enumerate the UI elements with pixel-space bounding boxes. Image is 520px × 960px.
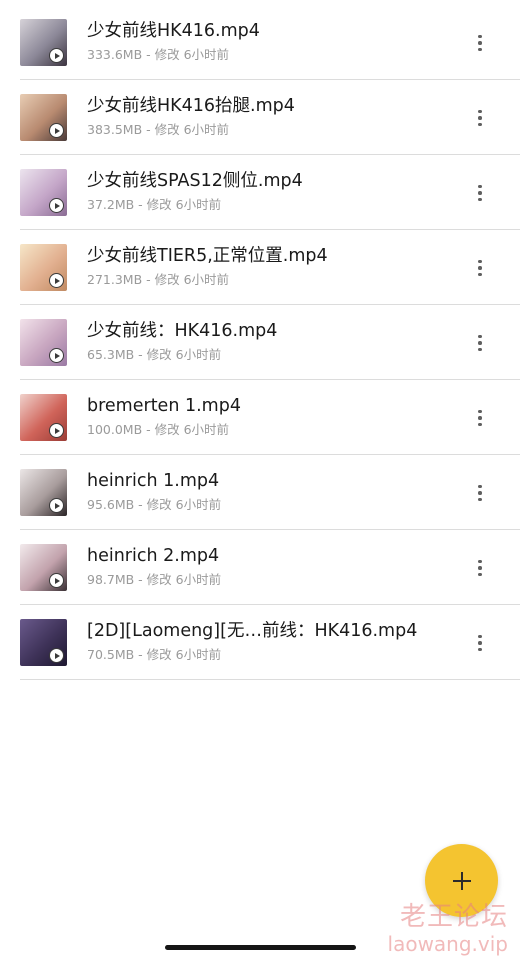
play-icon xyxy=(49,48,64,63)
modified-time: 修改 6小时前 xyxy=(154,47,230,62)
more-options-icon[interactable] xyxy=(470,483,490,503)
watermark-title: 老王论坛 xyxy=(399,902,508,932)
home-indicator[interactable] xyxy=(165,945,356,950)
modified-time: 修改 6小时前 xyxy=(154,422,230,437)
plus-icon xyxy=(452,871,471,890)
file-size: 98.7MB xyxy=(87,572,135,587)
file-size: 65.3MB xyxy=(87,347,135,362)
file-info: 少女前线HK416抬腿.mp4 383.5MB - 修改 6小时前 xyxy=(87,94,447,138)
video-thumbnail[interactable] xyxy=(20,244,67,291)
play-icon xyxy=(49,123,64,138)
watermark-url: laowang.vip xyxy=(387,932,508,956)
file-browser-screen: 少女前线HK416.mp4 333.6MB - 修改 6小时前 少女前线HK41… xyxy=(0,0,520,960)
list-item[interactable]: 少女前线HK416.mp4 333.6MB - 修改 6小时前 xyxy=(0,5,520,80)
list-item[interactable]: heinrich 1.mp4 95.6MB - 修改 6小时前 xyxy=(0,455,520,530)
file-size: 383.5MB xyxy=(87,122,143,137)
modified-time: 修改 6小时前 xyxy=(146,572,222,587)
meta-separator: - xyxy=(134,197,147,212)
file-meta: 100.0MB - 修改 6小时前 xyxy=(87,422,447,438)
list-item[interactable]: [2D][Laomeng][无…前线：HK416.mp4 70.5MB - 修改… xyxy=(0,605,520,680)
file-size: 37.2MB xyxy=(87,197,135,212)
watermark: 老王论坛 laowang.vip xyxy=(388,902,508,956)
meta-separator: - xyxy=(142,422,155,437)
file-meta: 95.6MB - 修改 6小时前 xyxy=(87,497,447,513)
file-meta: 37.2MB - 修改 6小时前 xyxy=(87,197,447,213)
play-icon xyxy=(49,423,64,438)
file-meta: 271.3MB - 修改 6小时前 xyxy=(87,272,447,288)
more-options-icon[interactable] xyxy=(470,108,490,128)
video-thumbnail[interactable] xyxy=(20,619,67,666)
play-icon xyxy=(49,273,64,288)
play-icon xyxy=(49,498,64,513)
video-thumbnail[interactable] xyxy=(20,394,67,441)
file-size: 70.5MB xyxy=(87,647,135,662)
file-info: bremerten 1.mp4 100.0MB - 修改 6小时前 xyxy=(87,394,447,438)
modified-time: 修改 6小时前 xyxy=(154,122,230,137)
modified-time: 修改 6小时前 xyxy=(154,272,230,287)
list-item[interactable]: 少女前线TIER5,正常位置.mp4 271.3MB - 修改 6小时前 xyxy=(0,230,520,305)
file-name: 少女前线HK416.mp4 xyxy=(87,21,260,41)
file-meta: 70.5MB - 修改 6小时前 xyxy=(87,647,447,663)
list-item[interactable]: 少女前线：HK416.mp4 65.3MB - 修改 6小时前 xyxy=(0,305,520,380)
play-icon xyxy=(49,648,64,663)
meta-separator: - xyxy=(134,497,147,512)
file-name: 少女前线SPAS12侧位.mp4 xyxy=(87,171,303,191)
more-options-icon[interactable] xyxy=(470,33,490,53)
file-name: 少女前线HK416抬腿.mp4 xyxy=(87,96,295,116)
file-list: 少女前线HK416.mp4 333.6MB - 修改 6小时前 少女前线HK41… xyxy=(0,5,520,680)
file-info: [2D][Laomeng][无…前线：HK416.mp4 70.5MB - 修改… xyxy=(87,619,447,663)
file-size: 100.0MB xyxy=(87,422,143,437)
file-info: heinrich 1.mp4 95.6MB - 修改 6小时前 xyxy=(87,469,447,513)
modified-time: 修改 6小时前 xyxy=(146,497,222,512)
meta-separator: - xyxy=(134,647,147,662)
more-options-icon[interactable] xyxy=(470,333,490,353)
meta-separator: - xyxy=(142,122,155,137)
modified-time: 修改 6小时前 xyxy=(146,647,222,662)
more-options-icon[interactable] xyxy=(470,633,490,653)
file-name: [2D][Laomeng][无…前线：HK416.mp4 xyxy=(87,621,418,641)
file-name: heinrich 2.mp4 xyxy=(87,546,220,566)
more-options-icon[interactable] xyxy=(470,408,490,428)
modified-time: 修改 6小时前 xyxy=(146,347,222,362)
meta-separator: - xyxy=(142,47,155,62)
file-name: 少女前线：HK416.mp4 xyxy=(87,321,278,341)
play-icon xyxy=(49,573,64,588)
file-meta: 383.5MB - 修改 6小时前 xyxy=(87,122,447,138)
video-thumbnail[interactable] xyxy=(20,319,67,366)
file-size: 333.6MB xyxy=(87,47,143,62)
file-meta: 333.6MB - 修改 6小时前 xyxy=(87,47,447,63)
video-thumbnail[interactable] xyxy=(20,169,67,216)
play-icon xyxy=(49,348,64,363)
file-info: heinrich 2.mp4 98.7MB - 修改 6小时前 xyxy=(87,544,447,588)
file-info: 少女前线TIER5,正常位置.mp4 271.3MB - 修改 6小时前 xyxy=(87,244,447,288)
file-meta: 98.7MB - 修改 6小时前 xyxy=(87,572,447,588)
video-thumbnail[interactable] xyxy=(20,469,67,516)
more-options-icon[interactable] xyxy=(470,558,490,578)
file-name: 少女前线TIER5,正常位置.mp4 xyxy=(87,246,328,266)
video-thumbnail[interactable] xyxy=(20,19,67,66)
file-size: 95.6MB xyxy=(87,497,135,512)
list-item[interactable]: 少女前线SPAS12侧位.mp4 37.2MB - 修改 6小时前 xyxy=(0,155,520,230)
meta-separator: - xyxy=(134,572,147,587)
file-size: 271.3MB xyxy=(87,272,143,287)
list-item[interactable]: 少女前线HK416抬腿.mp4 383.5MB - 修改 6小时前 xyxy=(0,80,520,155)
list-item[interactable]: bremerten 1.mp4 100.0MB - 修改 6小时前 xyxy=(0,380,520,455)
file-info: 少女前线：HK416.mp4 65.3MB - 修改 6小时前 xyxy=(87,319,447,363)
video-thumbnail[interactable] xyxy=(20,544,67,591)
file-name: heinrich 1.mp4 xyxy=(87,471,220,491)
play-icon xyxy=(49,198,64,213)
more-options-icon[interactable] xyxy=(470,258,490,278)
file-name: bremerten 1.mp4 xyxy=(87,396,241,416)
video-thumbnail[interactable] xyxy=(20,94,67,141)
modified-time: 修改 6小时前 xyxy=(146,197,222,212)
meta-separator: - xyxy=(134,347,147,362)
list-item[interactable]: heinrich 2.mp4 98.7MB - 修改 6小时前 xyxy=(0,530,520,605)
file-info: 少女前线SPAS12侧位.mp4 37.2MB - 修改 6小时前 xyxy=(87,169,447,213)
file-meta: 65.3MB - 修改 6小时前 xyxy=(87,347,447,363)
file-info: 少女前线HK416.mp4 333.6MB - 修改 6小时前 xyxy=(87,19,447,63)
more-options-icon[interactable] xyxy=(470,183,490,203)
meta-separator: - xyxy=(142,272,155,287)
